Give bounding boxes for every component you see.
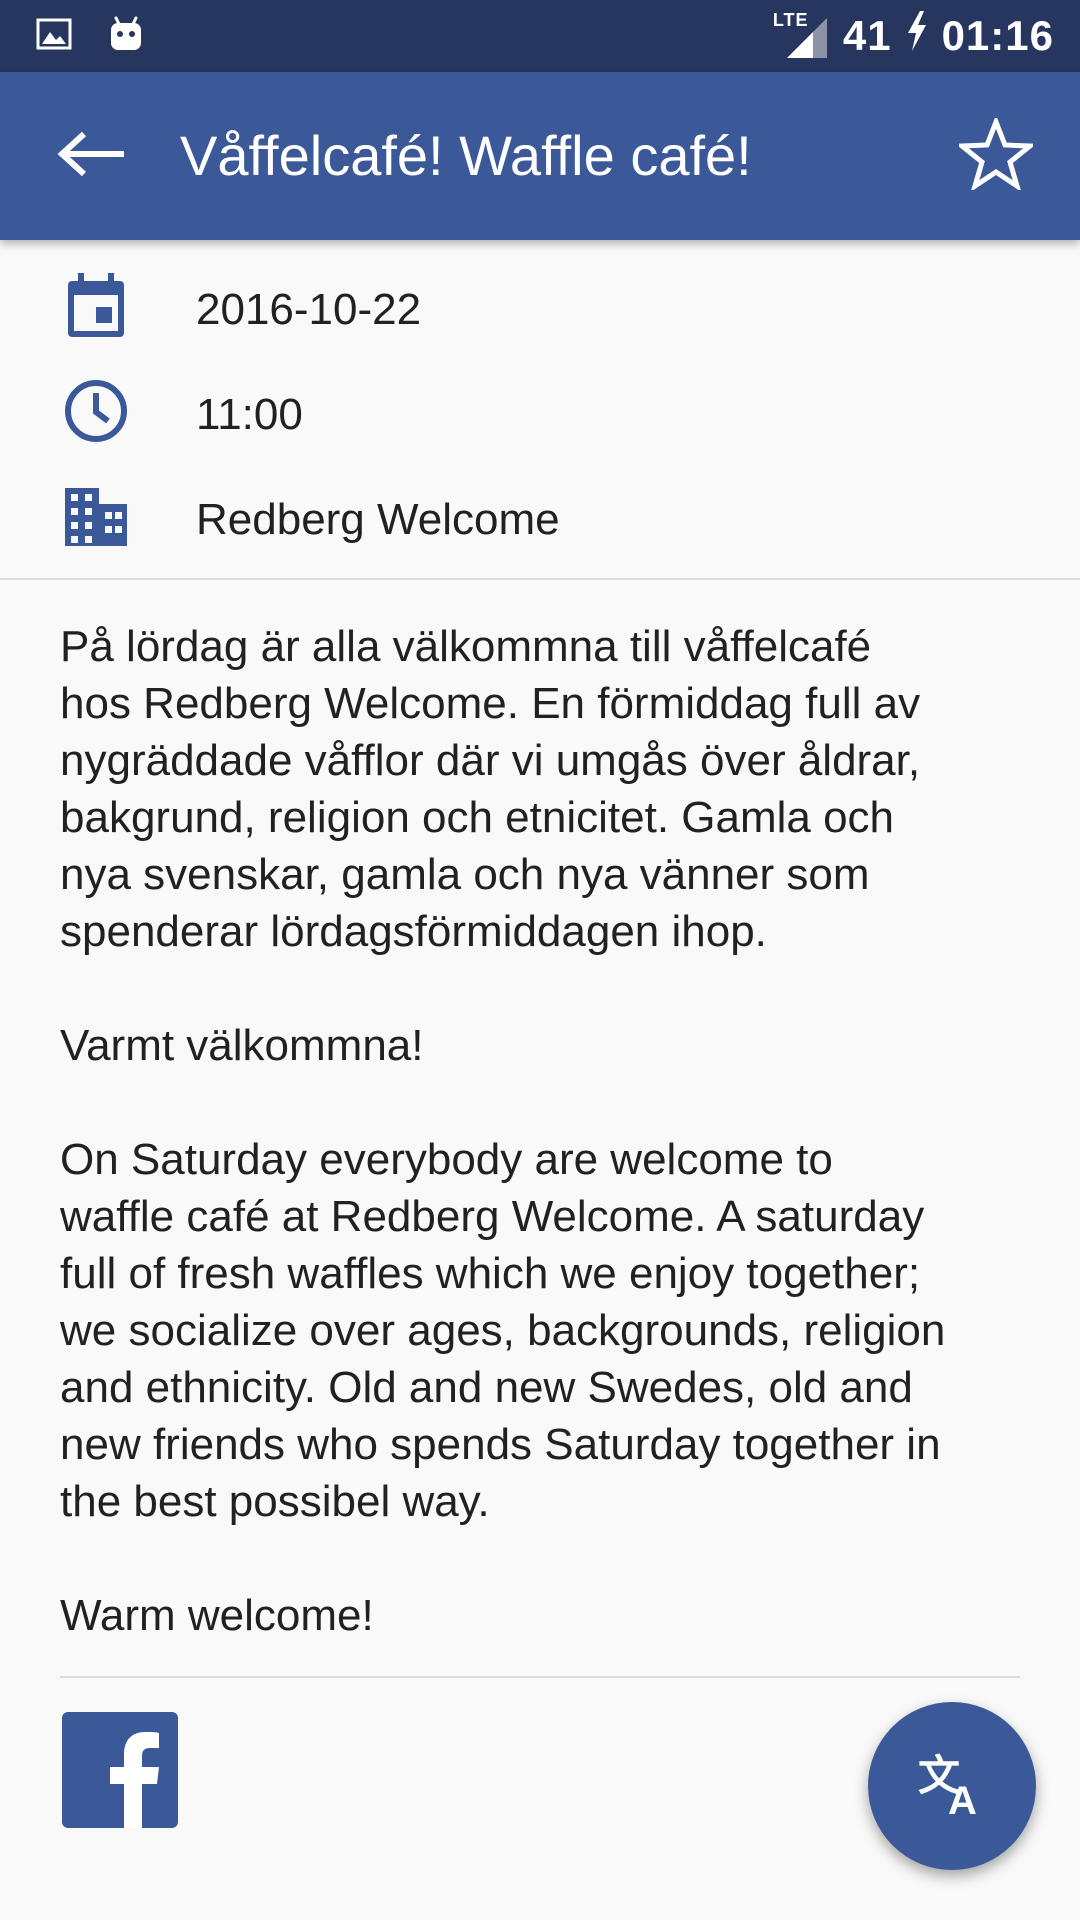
event-organizer: Redberg Welcome xyxy=(196,495,560,544)
event-date: 2016-10-22 xyxy=(196,285,422,334)
text-line: waffle café at Redberg Welcome. A saturd… xyxy=(60,1192,925,1241)
app-bar: Våffelcafé! Waffle café! xyxy=(0,72,1080,240)
clock-time: 01:16 xyxy=(941,12,1054,59)
star-outline-icon xyxy=(955,114,1037,195)
translate-button[interactable]: 文 A xyxy=(868,1702,1036,1870)
text-line: and ethnicity. Old and new Swedes, old a… xyxy=(60,1363,913,1412)
footer-divider xyxy=(60,1676,1020,1678)
svg-text:A: A xyxy=(948,1779,977,1816)
status-bar: LTE 41 01:16 xyxy=(0,0,1080,72)
event-description: På lördag är alla välkommna till våffelc… xyxy=(60,618,1050,1644)
description-greeting-en: Warm welcome! xyxy=(60,1587,1050,1644)
description-greeting-sv: Varmt välkommna! xyxy=(60,1017,1050,1074)
text-line: full of fresh waffles which we enjoy tog… xyxy=(60,1249,921,1298)
text-line: bakgrund, religion och etnicitet. Gamla … xyxy=(60,793,895,842)
text-line: På lördag är alla välkommna till våffelc… xyxy=(60,622,872,671)
text-line: we socialize over ages, backgrounds, rel… xyxy=(60,1306,946,1355)
notification-icons xyxy=(36,16,144,57)
text-line: Varmt välkommna! xyxy=(60,1021,424,1070)
event-time: 11:00 xyxy=(196,390,303,439)
battery-level: 41 xyxy=(842,12,892,59)
system-status: LTE 41 01:16 xyxy=(773,10,1054,62)
back-arrow-icon xyxy=(56,130,128,183)
text-line: hos Redberg Welcome. En förmiddag full a… xyxy=(60,679,921,728)
text-line: the best possibel way. xyxy=(60,1477,490,1526)
description-paragraph-sv: På lördag är alla välkommna till våffelc… xyxy=(60,618,1050,960)
text-line: Warm welcome! xyxy=(60,1591,374,1640)
facebook-icon xyxy=(62,1712,178,1832)
translate-icon: 文 A xyxy=(916,1751,988,1823)
charging-icon xyxy=(906,11,928,61)
signal-icon: LTE xyxy=(773,10,829,58)
info-divider xyxy=(0,578,1080,580)
event-organizer-row: Redberg Welcome xyxy=(0,464,1080,564)
building-icon xyxy=(60,480,132,552)
favorite-button[interactable] xyxy=(948,108,1044,204)
calendar-icon xyxy=(60,270,132,342)
back-button[interactable] xyxy=(44,114,140,198)
text-line: nygräddade våfflor där vi umgås över åld… xyxy=(60,736,921,785)
text-line: On Saturday everybody are welcome to xyxy=(60,1135,833,1184)
event-time-row: 11:00 xyxy=(0,359,1080,459)
clock-icon xyxy=(60,375,132,447)
android-icon xyxy=(108,16,144,57)
page-title: Våffelcafé! Waffle café! xyxy=(180,124,752,187)
event-date-row: 2016-10-22 xyxy=(0,254,1080,354)
facebook-link[interactable] xyxy=(62,1712,178,1828)
image-icon xyxy=(36,18,72,55)
text-line: spenderar lördagsförmiddagen ihop. xyxy=(60,907,767,956)
text-line: new friends who spends Saturday together… xyxy=(60,1420,941,1469)
text-line: nya svenskar, gamla och nya vänner som xyxy=(60,850,870,899)
description-paragraph-en: On Saturday everybody are welcome to waf… xyxy=(60,1131,1050,1530)
